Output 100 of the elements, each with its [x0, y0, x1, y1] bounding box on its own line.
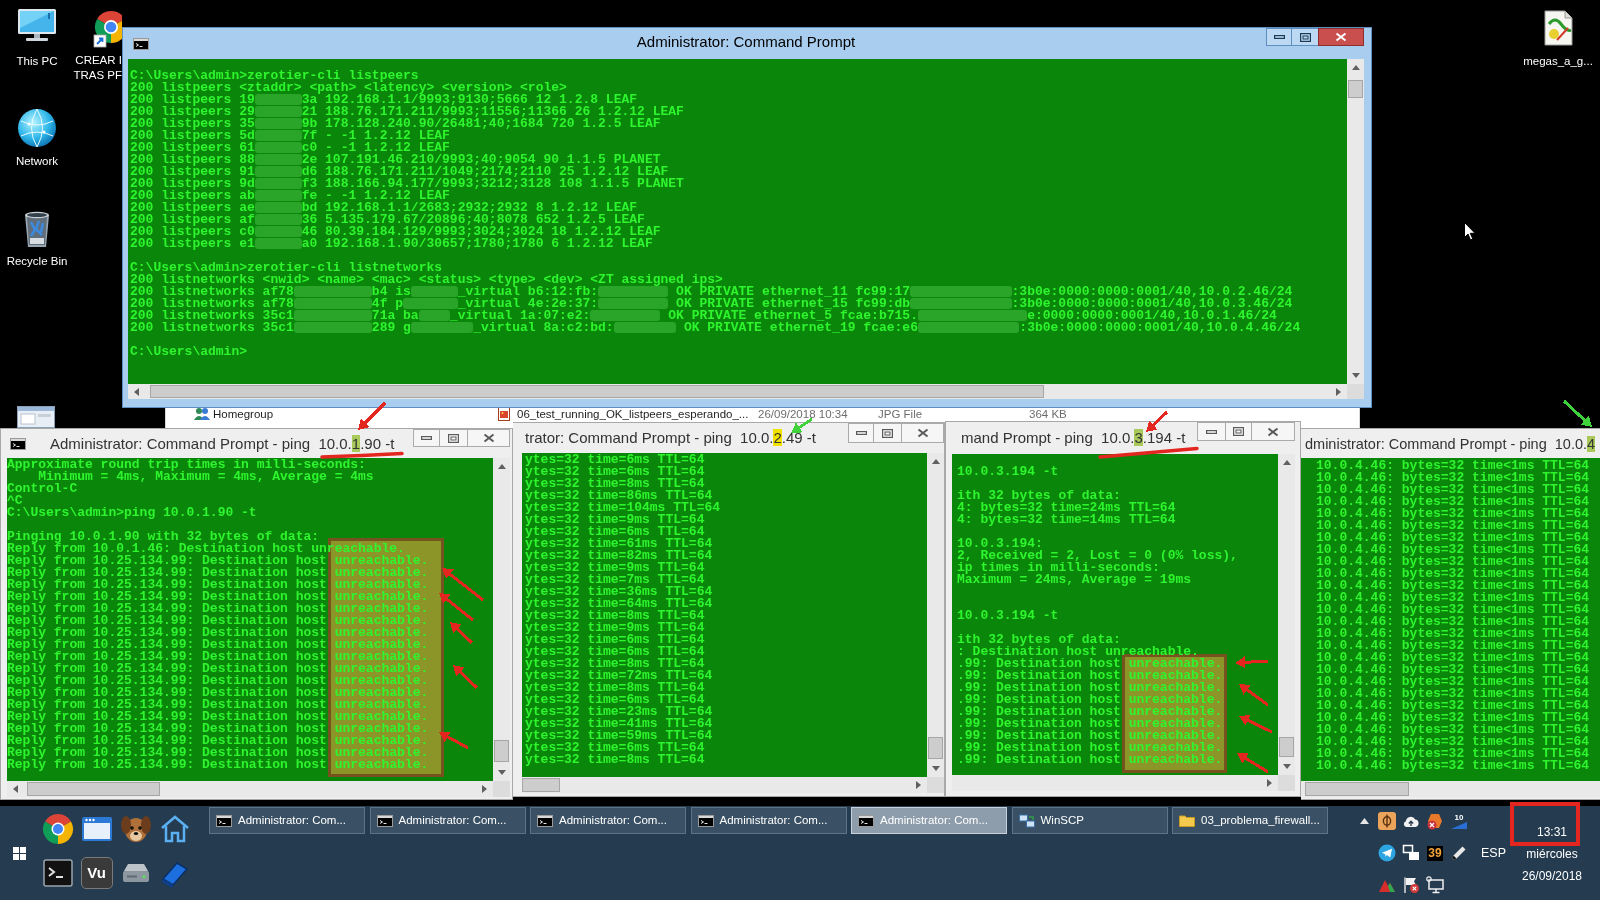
people-icon[interactable] [194, 407, 210, 421]
close-icon [1335, 32, 1347, 42]
hexagon-icon[interactable] [1426, 812, 1444, 830]
scroll-up-icon[interactable] [1282, 460, 1291, 465]
console-text: _virtual 1a:07:e2: [449, 310, 591, 322]
horizontal-scrollbar[interactable] [128, 384, 1347, 399]
scrollbar-thumb[interactable] [1348, 80, 1363, 98]
console-text: 4f p [371, 298, 404, 310]
scroll-right-icon[interactable] [1267, 779, 1272, 787]
close-button[interactable] [467, 429, 510, 447]
maximize-button[interactable] [440, 429, 467, 447]
scroll-down-icon[interactable] [497, 770, 506, 775]
clock-time[interactable]: 13:31 [1537, 821, 1567, 843]
scroll-right-icon[interactable] [916, 781, 921, 789]
taskbar-button[interactable]: Administrator: Com... [690, 807, 847, 834]
minimize-button[interactable] [1266, 28, 1292, 46]
console-text: _virtual 8a:c2:bd: [473, 322, 614, 334]
vertical-scrollbar[interactable] [1347, 59, 1364, 384]
scroll-up-icon[interactable] [497, 464, 506, 469]
vertical-scrollbar[interactable] [493, 458, 510, 781]
scroll-down-icon[interactable] [1282, 764, 1291, 769]
flag-icon[interactable] [1402, 876, 1420, 894]
taskbar-button[interactable]: 03_problema_firewall... [1172, 807, 1328, 834]
scrollbar-thumb[interactable] [1279, 737, 1294, 757]
scrollbar-thumb[interactable] [27, 782, 160, 796]
console-text: d6 188.76.171.211/1049;2174;2110 25 1.2.12 LEAF [301, 166, 669, 178]
console-text: 200 listnetworks <nwid> <name> <mac> <status> <type> <dev> <ZT assigned ips> [130, 274, 723, 286]
console-text: 200 listpeers 29 [130, 106, 255, 118]
scrollbar-thumb[interactable] [494, 740, 509, 762]
stacked-windows-icon[interactable] [1402, 844, 1420, 862]
count-label[interactable]: 10 [1454, 813, 1464, 822]
close-button[interactable] [1318, 28, 1364, 46]
close-button[interactable] [1251, 422, 1295, 441]
taskbar-button[interactable]: WinSCP [1011, 807, 1168, 834]
tray-counter[interactable]: 39 [1427, 845, 1443, 861]
phi-tile-icon[interactable] [1378, 812, 1396, 830]
scrollbar-thumb[interactable] [928, 737, 943, 759]
horizontal-scrollbar[interactable] [1301, 781, 1600, 797]
scroll-down-icon[interactable] [1351, 373, 1360, 378]
scroll-down-icon[interactable] [931, 766, 940, 771]
file-name[interactable]: 06_test_running_OK_listpeers_esperando_... [517, 407, 749, 421]
maximize-button[interactable] [1226, 422, 1251, 441]
console-text: 200 listpeers e1 [130, 238, 255, 250]
scroll-left-icon[interactable] [13, 785, 18, 793]
icon-label[interactable]: megas_a_g... [1523, 54, 1593, 68]
console-text: 200 listpeers 35 [130, 118, 255, 130]
close-button[interactable] [901, 423, 944, 443]
ring-logo-icon[interactable] [93, 8, 122, 48]
language-indicator[interactable]: ESP [1481, 845, 1506, 861]
horizontal-scrollbar[interactable] [952, 775, 1278, 791]
console-line: .99: Destination host unreachable. [957, 728, 1223, 743]
scroll-left-icon[interactable] [134, 387, 139, 396]
icon-label[interactable]: CREAR I TRAS PF [73, 53, 122, 83]
globe-icon[interactable] [17, 108, 57, 148]
icon-label[interactable]: This PC [16, 54, 58, 68]
vertical-scrollbar[interactable] [1278, 454, 1295, 775]
app-launcher[interactable]: Vu [80, 857, 113, 889]
scroll-up-icon[interactable] [931, 459, 940, 464]
scrollbar-thumb[interactable] [1305, 782, 1409, 796]
console-line: Approximate round trip times in milli-seconds: [7, 458, 366, 472]
terminal-icon[interactable] [41, 857, 74, 889]
console-line: ytes=32 time=41ms TTL=64 [525, 716, 713, 731]
blurred-redaction [254, 94, 302, 105]
scrollbar-corner [1278, 775, 1295, 791]
icon-label[interactable]: Network [15, 154, 59, 168]
minimize-button[interactable] [848, 423, 874, 443]
blurred-redaction [598, 298, 669, 309]
horizontal-scrollbar[interactable] [522, 777, 927, 793]
horizontal-scrollbar[interactable] [7, 781, 493, 797]
scrollbar-thumb[interactable] [522, 778, 560, 792]
vertical-scrollbar[interactable] [927, 453, 944, 777]
scroll-right-icon[interactable] [1336, 387, 1341, 396]
minimize-button[interactable] [413, 429, 440, 447]
console-text: OK PRIVATE ethernet_5 fcae:b715. [667, 310, 918, 322]
scroll-right-icon[interactable] [482, 785, 487, 793]
taskbar-button[interactable]: Administrator: Com... [369, 807, 526, 834]
taskbar-button[interactable]: Administrator: Com... [209, 807, 365, 834]
maximize-button[interactable] [1292, 28, 1318, 46]
monitor-icon[interactable] [1426, 876, 1444, 894]
scroll-up-icon[interactable] [1351, 65, 1360, 70]
icon-label[interactable]: Recycle Bin [6, 254, 68, 268]
blurred-redaction [254, 214, 302, 225]
ring-logo-icon[interactable] [41, 813, 74, 845]
console-line: C:\Users\admin>ping 10.0.1.90 -t [7, 505, 257, 520]
maximize-icon [882, 428, 893, 438]
pen-icon[interactable] [1450, 844, 1468, 862]
monitor-icon[interactable] [17, 8, 57, 42]
thumbnail-icon[interactable] [17, 406, 55, 428]
console-text: 3a 192.168.1.1/9993;9130;5666 12 1.2.8 LEAF [301, 94, 638, 106]
document-icon[interactable] [1541, 10, 1575, 46]
taskbar-button[interactable]: Administrator: Com... [530, 807, 686, 834]
nav-item[interactable]: Homegroup [213, 407, 274, 421]
minimize-button[interactable] [1197, 422, 1226, 441]
scrollbar-thumb[interactable] [150, 385, 1044, 398]
paper-plane-icon[interactable] [1378, 844, 1396, 862]
maximize-button[interactable] [874, 423, 901, 443]
up-caret-icon[interactable] [1360, 818, 1369, 824]
console-text: 2e 107.191.46.210/9993;40;9054 90 1.1.5 PLANET [301, 154, 661, 166]
console-text: 200 listnetworks 35c1 [130, 322, 294, 334]
dog-face-icon[interactable] [119, 813, 152, 845]
